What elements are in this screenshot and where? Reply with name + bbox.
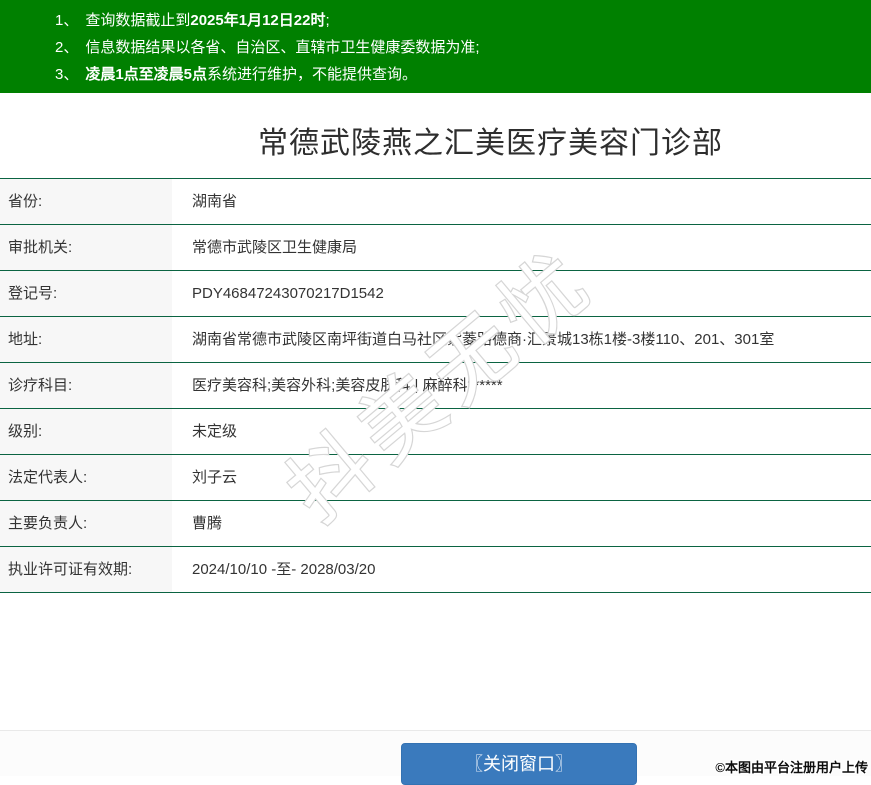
copyright-stamp: ©本图由平台注册用户上传	[715, 760, 868, 775]
row-label: 法定代表人:	[0, 455, 172, 500]
table-row-level: 级别: 未定级	[0, 409, 871, 455]
row-value: 2024/10/10 -至- 2028/03/20	[192, 561, 376, 578]
page-title: 常德武陵燕之汇美医疗美容门诊部	[258, 127, 723, 160]
table-row-medical-subjects: 诊疗科目: 医疗美容科;美容外科;美容皮肤科 | 麻醉科******	[0, 363, 871, 409]
row-label: 执业许可证有效期:	[0, 547, 172, 592]
notice-text-bold: 2025年1月12日22时	[190, 12, 326, 29]
notice-text: ;	[325, 12, 330, 29]
notice-bar: 1、 查询数据截止到2025年1月12日22时; 2、 信息数据结果以各省、自治区、…	[0, 0, 871, 93]
notice-number: 3、	[55, 66, 79, 83]
row-label: 地址:	[0, 317, 172, 362]
table-row-registration-number: 登记号: PDY46847243070217D1542	[0, 271, 871, 317]
table-row-address: 地址: 湖南省常德市武陵区南坪街道白马社区紫菱路德商·汇景城13栋1楼-3楼11…	[0, 317, 871, 363]
notice-text-bold: 凌晨1点至凌晨5点	[85, 66, 208, 83]
row-label: 登记号:	[0, 271, 172, 316]
close-window-button[interactable]: 〖关闭窗口〗	[401, 743, 637, 785]
table-row-principal: 主要负责人: 曹腾	[0, 501, 871, 547]
table-row-legal-representative: 法定代表人: 刘子云	[0, 455, 871, 501]
notice-line-2: 2、 信息数据结果以各省、自治区、直辖市卫生健康委数据为准;	[55, 34, 871, 61]
notice-line-3: 3、 凌晨1点至凌晨5点系统进行维护，不能提供查询。	[55, 61, 871, 88]
row-value: 未定级	[192, 423, 238, 440]
row-label: 诊疗科目:	[0, 363, 172, 408]
notice-text: 信息数据结果以各省、自治区、直辖市卫生健康委数据为准;	[85, 39, 480, 56]
row-value: 刘子云	[192, 469, 238, 486]
row-value: 湖南省常德市武陵区南坪街道白马社区紫菱路德商·汇景城13栋1楼-3楼110、20…	[192, 331, 775, 348]
row-label: 审批机关:	[0, 225, 172, 270]
row-label: 省份:	[0, 179, 172, 224]
notice-line-1: 1、 查询数据截止到2025年1月12日22时;	[55, 7, 871, 34]
info-table: 省份: 湖南省 审批机关: 常德市武陵区卫生健康局 登记号: PDY468472…	[0, 178, 871, 593]
notice-text: 查询数据截止到	[85, 12, 191, 29]
row-label: 主要负责人:	[0, 501, 172, 546]
notice-text: 系统进行维护，不能提供查询。	[207, 66, 418, 83]
table-row-approval-authority: 审批机关: 常德市武陵区卫生健康局	[0, 225, 871, 271]
table-row-license-validity: 执业许可证有效期: 2024/10/10 -至- 2028/03/20	[0, 547, 871, 593]
row-value: PDY46847243070217D1542	[192, 285, 384, 302]
table-row-province: 省份: 湖南省	[0, 179, 871, 225]
row-label: 级别:	[0, 409, 172, 454]
row-value: 医疗美容科;美容外科;美容皮肤科 | 麻醉科******	[192, 377, 503, 394]
footer-bar: 〖关闭窗口〗 ©本图由平台注册用户上传	[0, 730, 871, 785]
notice-number: 1、	[55, 12, 79, 29]
row-value: 湖南省	[192, 193, 238, 210]
notice-number: 2、	[55, 39, 79, 56]
row-value: 常德市武陵区卫生健康局	[192, 239, 358, 256]
row-value: 曹腾	[192, 515, 223, 532]
query-result-page: 1、 查询数据截止到2025年1月12日22时; 2、 信息数据结果以各省、自治区、…	[0, 0, 871, 785]
